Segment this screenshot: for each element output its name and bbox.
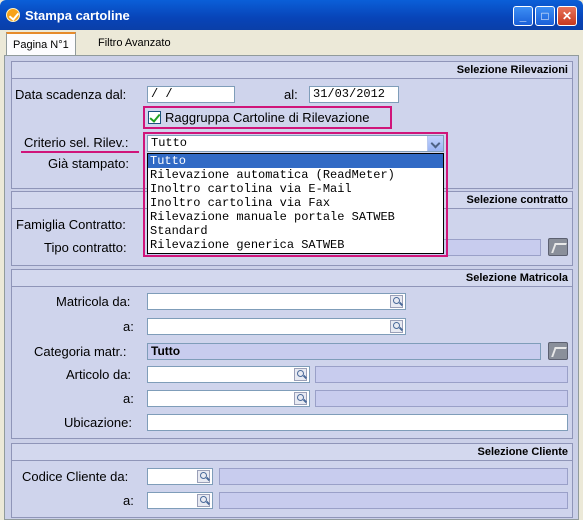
articolo-a-desc — [315, 390, 568, 407]
matricola-a-input[interactable] — [147, 318, 406, 335]
data-scadenza-dal-input[interactable]: / / — [147, 86, 235, 103]
dropdown-item[interactable]: Tutto — [148, 154, 443, 168]
famiglia-contratto-label: Famiglia Contratto: — [16, 217, 126, 232]
matricola-da-input[interactable] — [147, 293, 406, 310]
section-title: Selezione Matricola — [12, 270, 572, 287]
dropdown-item[interactable]: Inoltro cartolina via Fax — [148, 196, 443, 210]
tab-strip: Pagina N°1 Filtro Avanzato — [4, 30, 579, 56]
codice-cliente-da-input[interactable] — [147, 468, 213, 485]
tipo-contratto-lookup-icon[interactable] — [548, 238, 568, 256]
search-icon[interactable] — [294, 392, 307, 405]
section-title: Selezione Rilevazioni — [12, 62, 572, 79]
data-scadenza-label: Data scadenza dal: — [15, 87, 127, 102]
window-title: Stampa cartoline — [25, 8, 130, 23]
categoria-select[interactable]: Tutto — [147, 343, 541, 360]
tab-filtro-avanzato[interactable]: Filtro Avanzato — [92, 32, 182, 56]
tab-content: Selezione Rilevazioni Data scadenza dal:… — [4, 55, 579, 520]
dropdown-item[interactable]: Rilevazione manuale portale SATWEB — [148, 210, 443, 224]
ubicazione-input[interactable] — [147, 414, 568, 431]
data-scadenza-al-input[interactable]: 31/03/2012 — [309, 86, 399, 103]
categoria-lookup-icon[interactable] — [548, 342, 568, 360]
dropdown-item[interactable]: Standard — [148, 224, 443, 238]
categoria-label: Categoria matr.: — [34, 344, 127, 359]
tipo-contratto-label: Tipo contratto: — [44, 240, 127, 255]
raggruppa-checkbox[interactable] — [148, 111, 161, 124]
codice-cliente-a-desc — [219, 492, 568, 509]
dropdown-item[interactable]: Rilevazione automatica (ReadMeter) — [148, 168, 443, 182]
criterio-underline — [21, 151, 139, 153]
gia-stampato-label: Già stampato: — [48, 156, 129, 171]
criterio-select[interactable]: Tutto — [147, 135, 444, 152]
section-title: Selezione Cliente — [12, 444, 572, 461]
articolo-a-label: a: — [123, 391, 134, 406]
articolo-da-input[interactable] — [147, 366, 310, 383]
maximize-button[interactable]: □ — [535, 6, 555, 26]
criterio-dropdown-list: Tutto Rilevazione automatica (ReadMeter)… — [147, 153, 444, 254]
close-button[interactable]: ✕ — [557, 6, 577, 26]
minimize-button[interactable]: _ — [513, 6, 533, 26]
matricola-da-label: Matricola da: — [56, 294, 131, 309]
chevron-down-icon[interactable] — [427, 136, 443, 151]
matricola-a-label: a: — [123, 319, 134, 334]
dropdown-item[interactable]: Inoltro cartolina via E-Mail — [148, 182, 443, 196]
title-bar: Stampa cartoline _ □ ✕ — [0, 0, 583, 30]
ubicazione-label: Ubicazione: — [64, 415, 132, 430]
articolo-da-desc — [315, 366, 568, 383]
dropdown-item[interactable]: Rilevazione generica SATWEB — [148, 238, 443, 252]
raggruppa-label: Raggruppa Cartoline di Rilevazione — [165, 110, 370, 125]
app-icon — [6, 8, 20, 22]
codice-cliente-da-desc — [219, 468, 568, 485]
search-icon[interactable] — [197, 494, 210, 507]
search-icon[interactable] — [294, 368, 307, 381]
codice-cliente-a-input[interactable] — [147, 492, 213, 509]
codice-cliente-a-label: a: — [123, 493, 134, 508]
al-label: al: — [284, 87, 298, 102]
search-icon[interactable] — [197, 470, 210, 483]
articolo-a-input[interactable] — [147, 390, 310, 407]
criterio-label: Criterio sel. Rilev.: — [24, 135, 129, 150]
search-icon[interactable] — [390, 320, 403, 333]
search-icon[interactable] — [390, 295, 403, 308]
codice-cliente-da-label: Codice Cliente da: — [22, 469, 129, 484]
criterio-selected-value: Tutto — [151, 136, 188, 150]
tab-pagina-1[interactable]: Pagina N°1 — [6, 32, 76, 56]
articolo-da-label: Articolo da: — [66, 367, 132, 382]
